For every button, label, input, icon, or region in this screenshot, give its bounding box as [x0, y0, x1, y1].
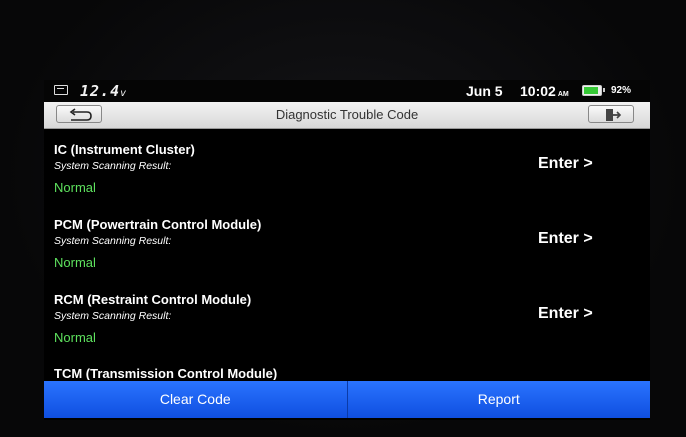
status-date: Jun 5 — [466, 83, 503, 99]
list-item: PCM (Powertrain Control Module) System S… — [44, 217, 650, 292]
car-battery-icon — [54, 85, 68, 95]
ampm-label: AM — [557, 91, 569, 98]
scan-result-label: System Scanning Result: — [54, 160, 172, 172]
battery-icon — [582, 85, 605, 96]
scan-result-value: Normal — [54, 330, 96, 345]
voltage-value: 12.4 — [80, 82, 121, 100]
report-button[interactable]: Report — [347, 381, 650, 418]
clear-code-button[interactable]: Clear Code — [44, 381, 348, 418]
list-item: IC (Instrument Cluster) System Scanning … — [44, 142, 650, 217]
list-item: RCM (Restraint Control Module) System Sc… — [44, 292, 650, 367]
battery-fill — [584, 87, 598, 94]
module-name: RCM (Restraint Control Module) — [54, 292, 252, 307]
module-name: IC (Instrument Cluster) — [54, 142, 195, 157]
status-time: 10:02 AM — [520, 83, 569, 99]
module-name: TCM (Transmission Control Module) — [54, 366, 278, 380]
page-title: Diagnostic Trouble Code — [275, 107, 419, 122]
status-bar: 12.4v Jun 5 10:02 AM 92% — [44, 80, 650, 102]
module-name: PCM (Powertrain Control Module) — [54, 217, 262, 232]
action-bar: Clear Code Report — [44, 381, 650, 418]
scan-result-label: System Scanning Result: — [54, 310, 172, 322]
enter-button[interactable]: Enter > — [538, 230, 593, 248]
scan-result-value: Normal — [54, 180, 96, 195]
voltage-unit: v — [120, 88, 128, 99]
exit-door-icon — [606, 109, 622, 121]
title-bar: Diagnostic Trouble Code — [44, 102, 650, 129]
screen: 12.4v Jun 5 10:02 AM 92% Diagnostic Troub… — [44, 80, 650, 420]
scan-result-value: Normal — [54, 255, 96, 270]
enter-button[interactable]: Enter > — [538, 305, 593, 323]
exit-button[interactable] — [588, 105, 634, 123]
module-list: IC (Instrument Cluster) System Scanning … — [44, 128, 650, 380]
scan-result-label: System Scanning Result: — [54, 235, 172, 247]
time-value: 10:02 — [520, 83, 556, 99]
enter-button[interactable]: Enter > — [538, 155, 593, 173]
battery-percent: 92% — [611, 85, 632, 96]
voltage-readout: 12.4v — [80, 82, 127, 100]
list-item: TCM (Transmission Control Module) — [44, 366, 650, 380]
